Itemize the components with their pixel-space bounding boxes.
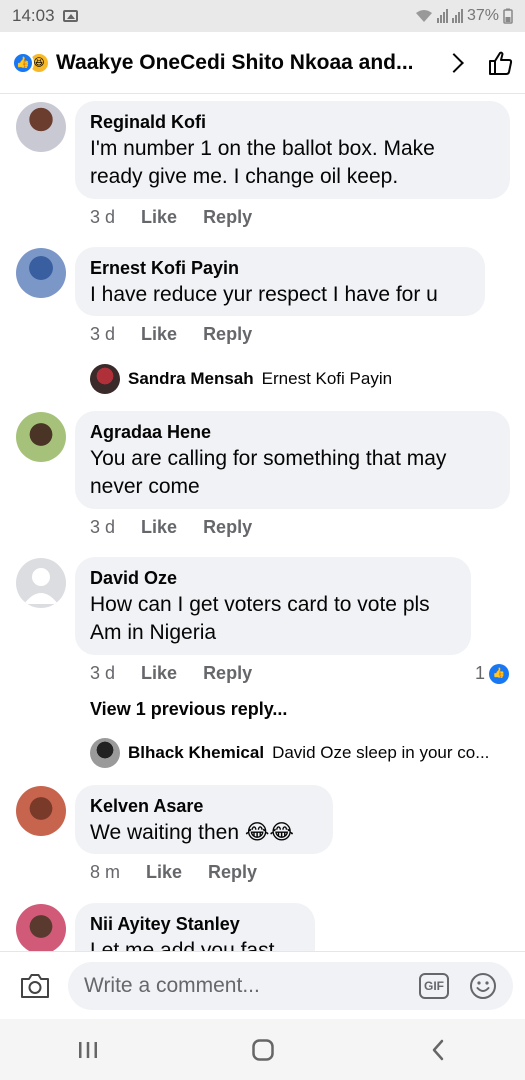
comment-text: I have reduce yur respect I have for u — [90, 281, 470, 309]
comment-time: 3 d — [90, 517, 116, 537]
reply-button[interactable]: Reply — [208, 862, 257, 883]
like-button[interactable]: Like — [141, 207, 177, 228]
comment-actions: 3 d Like Reply — [90, 324, 252, 345]
avatar[interactable] — [16, 904, 66, 951]
comment-author[interactable]: Ernest Kofi Payin — [90, 257, 470, 279]
reply-preview[interactable]: Blhack Khemical David Oze sleep in your … — [90, 738, 489, 768]
comment-composer: Write a comment... GIF — [0, 951, 525, 1019]
thumbs-up-icon[interactable] — [487, 50, 513, 76]
post-header[interactable]: 👍 😆 Waakye OneCedi Shito Nkoaa and... — [0, 32, 525, 94]
like-reaction-icon: 👍 — [12, 51, 34, 74]
back-icon[interactable] — [408, 1030, 468, 1070]
comment-text: How can I get voters card to vote pls Am… — [90, 591, 456, 647]
reaction-icons: 👍 😆 — [12, 51, 50, 74]
gif-icon[interactable]: GIF — [419, 972, 449, 999]
home-icon[interactable] — [233, 1030, 293, 1070]
comment-time: 8 m — [90, 862, 121, 882]
reply-text: Ernest Kofi Payin — [261, 369, 393, 388]
comment-actions: 3 d Like Reply — [90, 663, 252, 684]
post-title[interactable]: Waakye OneCedi Shito Nkoaa and... — [56, 51, 427, 75]
like-count-value: 1 — [474, 663, 485, 683]
signal-icon-2 — [451, 9, 463, 23]
reply-preview[interactable]: Sandra Mensah Ernest Kofi Payin — [90, 364, 392, 394]
battery-icon — [503, 8, 513, 24]
comment-author[interactable]: Nii Ayitey Stanley — [90, 913, 300, 935]
system-nav-bar — [0, 1019, 525, 1080]
view-previous-replies[interactable]: View 1 previous reply... — [90, 699, 287, 720]
comment-line: I have reduce yur respect I have for u — [90, 283, 438, 306]
comment-line: How can I get voters card to vote pls — [90, 593, 430, 616]
avatar[interactable] — [16, 412, 66, 462]
comment-time: 3 d — [90, 207, 116, 227]
default-avatar-icon[interactable] — [16, 558, 66, 608]
reply-text: David Oze sleep in your co... — [272, 743, 490, 762]
camera-icon[interactable] — [12, 963, 58, 1009]
emoji-icon[interactable] — [469, 972, 497, 1000]
reply-button[interactable]: Reply — [203, 663, 252, 684]
comment-author[interactable]: Agradaa Hene — [90, 421, 495, 443]
comment-line: Am in Nigeria — [90, 621, 217, 644]
comment-bubble[interactable]: David Oze How can I get voters card to v… — [75, 557, 471, 655]
comment-author[interactable]: David Oze — [90, 567, 456, 589]
comment-line: You are calling for something that may — [90, 447, 447, 470]
like-button[interactable]: Like — [146, 862, 182, 883]
avatar[interactable] — [16, 102, 66, 152]
comment-line: Let me add you fast — [90, 939, 275, 951]
reply-avatar — [90, 738, 120, 768]
like-button[interactable]: Like — [141, 324, 177, 345]
like-button[interactable]: Like — [141, 517, 177, 538]
comment-bubble[interactable]: Reginald Kofi I'm number 1 on the ballot… — [75, 101, 510, 199]
status-time: 14:03 — [12, 6, 55, 25]
like-count[interactable]: 1 👍 — [475, 663, 509, 684]
comment-line: We waiting then 😂😂 — [90, 821, 294, 844]
comment-text: You are calling for something that may n… — [90, 445, 495, 501]
comment-input[interactable]: Write a comment... GIF — [68, 961, 513, 1010]
gallery-notification-icon — [62, 10, 78, 22]
comment-time: 3 d — [90, 663, 116, 683]
reply-avatar — [90, 364, 120, 394]
comment-text: Let me add you fast — [90, 937, 300, 951]
like-reaction-icon: 👍 — [489, 663, 509, 684]
comment-actions: 3 d Like Reply — [90, 517, 252, 538]
comment-bubble[interactable]: Agradaa Hene You are calling for somethi… — [75, 411, 510, 509]
reply-button[interactable]: Reply — [203, 517, 252, 538]
comment-line: ready give me. I change oil keep. — [90, 165, 399, 188]
avatar[interactable] — [16, 786, 66, 836]
avatar[interactable] — [16, 248, 66, 298]
comment-line: never come — [90, 475, 200, 498]
reply-author: Blhack Khemical — [128, 743, 265, 762]
comments-feed[interactable]: Reginald Kofi I'm number 1 on the ballot… — [0, 94, 525, 951]
chevron-right-icon[interactable] — [444, 52, 464, 73]
battery-percent: 37% — [466, 7, 499, 24]
recent-apps-icon[interactable] — [58, 1030, 118, 1070]
reply-button[interactable]: Reply — [203, 324, 252, 345]
like-button[interactable]: Like — [141, 663, 177, 684]
comment-time: 3 d — [90, 324, 116, 344]
reply-author: Sandra Mensah — [128, 369, 254, 388]
comment-line: I'm number 1 on the ballot box. Make — [90, 137, 435, 160]
comment-author[interactable]: Kelven Asare — [90, 795, 318, 817]
wifi-icon — [415, 10, 432, 22]
comment-actions: 3 d Like Reply — [90, 207, 252, 228]
comment-actions: 8 m Like Reply — [90, 862, 257, 883]
signal-icon — [436, 9, 448, 23]
comment-text: I'm number 1 on the ballot box. Make rea… — [90, 135, 495, 191]
comment-bubble[interactable]: Kelven Asare We waiting then 😂😂 — [75, 785, 333, 854]
comment-bubble[interactable]: Ernest Kofi Payin I have reduce yur resp… — [75, 247, 485, 316]
comment-bubble[interactable]: Nii Ayitey Stanley Let me add you fast — [75, 903, 315, 951]
comment-text: We waiting then 😂😂 — [90, 819, 318, 847]
comment-author[interactable]: Reginald Kofi — [90, 111, 495, 133]
comment-input-placeholder[interactable]: Write a comment... — [84, 974, 419, 998]
status-bar: 14:03 37% — [0, 0, 525, 32]
reply-button[interactable]: Reply — [203, 207, 252, 228]
